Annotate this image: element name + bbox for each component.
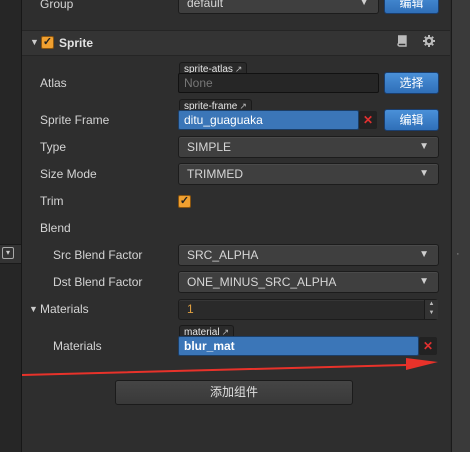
type-select-value: SIMPLE	[187, 140, 232, 154]
sprite-frame-asset-field[interactable]: ditu_guaguaka	[178, 110, 359, 130]
stepper-up-icon[interactable]: ▲	[425, 300, 438, 309]
gear-icon[interactable]	[423, 35, 435, 47]
sprite-frame-label: Sprite Frame	[40, 113, 110, 127]
chevron-down-icon: ▼	[419, 168, 429, 179]
group-edit-button[interactable]: 编辑	[384, 0, 439, 14]
collapse-triangle-icon[interactable]: ▼	[30, 37, 39, 47]
group-label: Group	[40, 0, 74, 11]
trim-label: Trim	[40, 194, 64, 208]
dst-blend-factor-value: ONE_MINUS_SRC_ALPHA	[187, 275, 337, 289]
sprite-enabled-checkbox[interactable]: ✓	[41, 36, 54, 49]
book-icon[interactable]	[397, 35, 408, 48]
src-blend-factor-select[interactable]: SRC_ALPHA ▼	[178, 244, 439, 266]
red-annotation-arrow	[22, 358, 438, 376]
materials-count-value: 1	[187, 302, 194, 316]
sprite-frame-edit-button[interactable]: 编辑	[384, 109, 439, 131]
chevron-down-icon: ▼	[359, 0, 369, 8]
sprite-section-title: Sprite	[59, 36, 94, 50]
stepper-down-icon[interactable]: ▼	[425, 309, 438, 318]
clear-sprite-frame-icon[interactable]: ✕	[359, 111, 377, 129]
dst-blend-factor-select[interactable]: ONE_MINUS_SRC_ALPHA ▼	[178, 271, 439, 293]
materials-expand-triangle-icon[interactable]: ▼	[29, 304, 38, 314]
chevron-down-icon: ▼	[419, 249, 429, 260]
materials-count-stepper[interactable]: ▲ ▼	[424, 300, 438, 319]
type-select[interactable]: SIMPLE ▼	[178, 136, 439, 158]
materials-count-label: Materials	[40, 302, 89, 316]
size-mode-label: Size Mode	[40, 167, 97, 181]
inspector-scrollbar[interactable]	[451, 0, 470, 452]
src-blend-factor-label: Src Blend Factor	[53, 248, 143, 262]
dropdown-icon[interactable]: ▾	[2, 247, 14, 259]
src-blend-factor-value: SRC_ALPHA	[187, 248, 259, 262]
atlas-select-button[interactable]: 选择	[384, 72, 439, 94]
chevron-down-icon: ▼	[419, 276, 429, 287]
scroll-marker-icon: ·	[456, 248, 460, 260]
dst-blend-factor-label: Dst Blend Factor	[53, 275, 143, 289]
size-mode-select-value: TRIMMED	[187, 167, 243, 181]
type-label: Type	[40, 140, 67, 154]
group-select[interactable]: default ▼	[178, 0, 379, 14]
chevron-down-icon: ▼	[419, 141, 429, 152]
left-side-panel	[0, 0, 22, 452]
group-select-value: default	[187, 0, 224, 10]
blend-label: Blend	[40, 221, 71, 235]
atlas-asset-field[interactable]: None	[178, 73, 379, 93]
materials-count-input[interactable]: 1	[178, 299, 438, 320]
add-component-button[interactable]: 添加组件	[115, 380, 353, 405]
size-mode-select[interactable]: TRIMMED ▼	[178, 163, 439, 185]
trim-checkbox[interactable]: ✓	[178, 195, 191, 208]
atlas-label: Atlas	[40, 76, 67, 90]
